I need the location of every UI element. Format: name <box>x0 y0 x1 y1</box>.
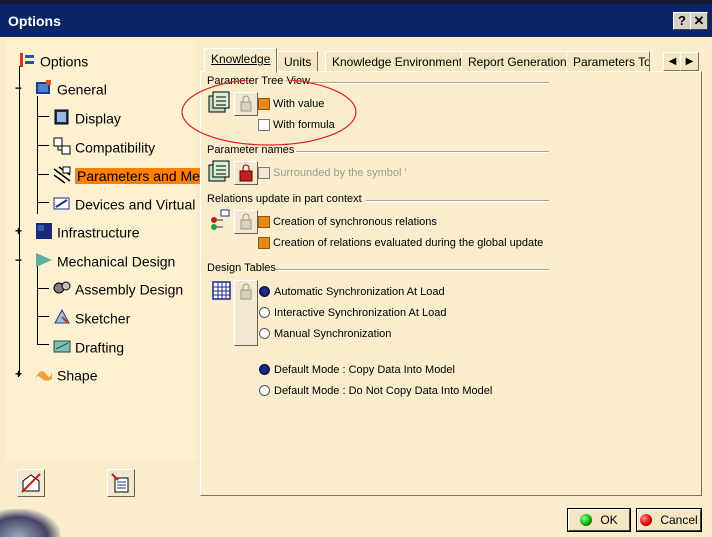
design-table-icon <box>212 281 232 306</box>
window-title: Options <box>8 13 61 29</box>
ok-button[interactable]: OK <box>567 508 631 532</box>
global-update-checkbox[interactable] <box>258 237 270 249</box>
parameter-names-icon <box>208 160 230 187</box>
general-icon <box>35 79 53 97</box>
tree-item-label: Mechanical Design <box>57 253 176 270</box>
compatibility-icon <box>53 137 71 155</box>
tree-item-drafting[interactable]: Drafting <box>53 335 124 357</box>
tab-label: Parameters Toler <box>573 55 650 69</box>
reset-icon <box>21 473 41 493</box>
cancel-button[interactable]: Cancel <box>636 508 702 532</box>
expander-mechanical[interactable]: − <box>15 254 24 266</box>
mechanical-design-icon <box>35 251 53 269</box>
interactive-sync-radio[interactable] <box>259 307 270 318</box>
parameters-icon <box>53 166 71 184</box>
cancel-icon <box>640 513 653 526</box>
tree-item-label: Devices and Virtual I <box>75 196 204 213</box>
options-root-icon <box>18 51 36 69</box>
tree-item-parameters-and-measure[interactable]: Parameters and Mea <box>53 164 210 186</box>
lock-icon <box>240 283 252 300</box>
tree-item-options[interactable]: Options <box>18 49 88 71</box>
title-bar: Options ? ✕ <box>0 4 712 37</box>
locked-parameters-icon <box>111 473 129 493</box>
shape-icon <box>35 365 53 383</box>
tab-scroll-right-button[interactable]: ▶ <box>680 52 699 71</box>
tree-item-label: General <box>57 81 107 98</box>
cancel-label: Cancel <box>660 513 698 527</box>
display-icon <box>53 108 71 126</box>
decorative-glow <box>0 509 60 537</box>
relations-update-title: Relations update in part context <box>207 193 362 205</box>
tree-item-label: Infrastructure <box>57 224 140 241</box>
lock-relations-button[interactable] <box>234 210 258 234</box>
tree-item-label: Options <box>40 53 89 70</box>
close-button[interactable]: ✕ <box>690 12 708 30</box>
tab-label: Knowledge Environment <box>332 55 463 69</box>
tree-item-mechanical-design[interactable]: Mechanical Design <box>35 249 175 271</box>
default-copy-label: Default Mode : Copy Data Into Model <box>274 364 455 376</box>
tree-item-infrastructure[interactable]: Infrastructure <box>35 220 139 242</box>
sync-relations-checkbox[interactable] <box>258 216 270 228</box>
lock-icon <box>239 164 253 182</box>
auto-sync-label: Automatic Synchronization At Load <box>274 286 445 298</box>
expander-infrastructure[interactable]: + <box>15 225 24 237</box>
tree-item-label: Shape <box>57 367 98 384</box>
relations-icon <box>209 209 231 236</box>
tab-label: Knowledge <box>211 52 271 66</box>
tree-item-label: Parameters and Mea <box>75 168 210 185</box>
expander-general[interactable]: − <box>15 82 24 94</box>
default-nocopy-radio[interactable] <box>259 385 270 396</box>
surrounded-by-symbol-checkbox[interactable] <box>258 167 270 179</box>
design-tables-title: Design Tables <box>207 262 276 274</box>
default-copy-radio[interactable] <box>259 364 270 375</box>
interactive-sync-label: Interactive Synchronization At Load <box>274 307 447 319</box>
expander-shape[interactable]: + <box>15 368 24 380</box>
assembly-design-icon <box>53 279 71 297</box>
tree-item-general[interactable]: General <box>35 77 107 99</box>
ok-icon <box>580 513 593 526</box>
default-nocopy-label: Default Mode : Do Not Copy Data Into Mod… <box>274 385 493 397</box>
auto-sync-radio[interactable] <box>259 286 270 297</box>
lock-design-tables-button[interactable] <box>234 280 258 346</box>
tab-parameters-tolerance[interactable]: Parameters Toler <box>566 51 650 73</box>
sketcher-icon <box>53 308 71 326</box>
lock-icon <box>240 213 252 230</box>
tree-item-label: Assembly Design <box>75 281 184 298</box>
locked-parameters-button[interactable] <box>107 469 135 497</box>
devices-icon <box>53 194 71 212</box>
tree-item-sketcher[interactable]: Sketcher <box>53 306 130 328</box>
global-update-label: Creation of relations evaluated during t… <box>273 237 544 249</box>
options-tree: − + − + Options General Display Compatib… <box>6 41 210 461</box>
tree-item-label: Compatibility <box>75 139 156 156</box>
tab-units[interactable]: Units <box>277 51 319 73</box>
tree-item-label: Sketcher <box>75 310 131 327</box>
tree-item-compatibility[interactable]: Compatibility <box>53 135 155 157</box>
tab-report-generation[interactable]: Report Generation <box>461 51 574 73</box>
sync-relations-label: Creation of synchronous relations <box>273 216 437 228</box>
reset-options-button[interactable] <box>17 469 45 497</box>
tree-item-devices[interactable]: Devices and Virtual I <box>53 192 203 214</box>
tab-label: Report Generation <box>468 55 567 69</box>
drafting-icon <box>53 337 71 355</box>
help-button[interactable]: ? <box>673 12 691 30</box>
tab-knowledge-environment[interactable]: Knowledge Environment <box>325 51 470 73</box>
options-dialog: Options ? ✕ − + − + Options General Disp… <box>0 4 712 537</box>
manual-sync-radio[interactable] <box>259 328 270 339</box>
tab-knowledge[interactable]: Knowledge <box>204 48 278 73</box>
tab-label: Units <box>284 55 312 69</box>
tree-item-label: Display <box>75 110 121 127</box>
tree-item-shape[interactable]: Shape <box>35 363 97 385</box>
manual-sync-label: Manual Synchronization <box>274 328 392 340</box>
tree-item-label: Drafting <box>75 339 125 356</box>
tree-item-display[interactable]: Display <box>53 106 121 128</box>
infrastructure-icon <box>35 222 53 240</box>
tree-item-assembly-design[interactable]: Assembly Design <box>53 277 183 299</box>
parameter-names-title: Parameter names <box>207 144 295 156</box>
ok-label: OK <box>600 513 618 527</box>
lock-parameter-names-button[interactable] <box>234 161 258 185</box>
surrounded-by-symbol-label: Surrounded by the symbol ' <box>273 167 407 179</box>
